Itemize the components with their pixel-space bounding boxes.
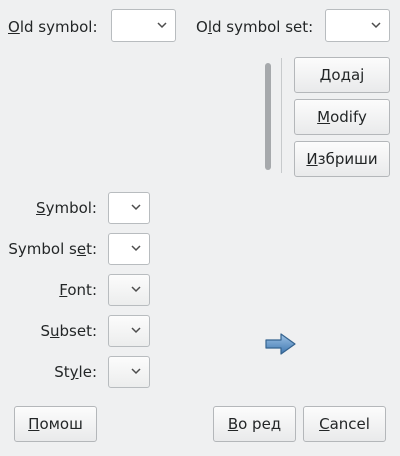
chevron-down-icon bbox=[157, 21, 167, 28]
old-symbol-label-rest: ld symbol: bbox=[19, 18, 98, 36]
subset-label: Subset: bbox=[40, 322, 97, 340]
symbol-set-label-pre: Symbol s bbox=[8, 240, 77, 258]
old-symbol-set-label-rest: d symbol set: bbox=[211, 18, 314, 36]
chevron-down-icon bbox=[371, 21, 381, 28]
modify-button-accel: M bbox=[317, 108, 331, 126]
add-button-accel: Д bbox=[319, 66, 332, 84]
cancel-button[interactable]: Cancel bbox=[303, 406, 386, 442]
subset-label-rest: bset: bbox=[59, 322, 98, 340]
chevron-down-icon bbox=[131, 368, 141, 375]
old-symbol-set-combo[interactable] bbox=[325, 9, 390, 42]
cancel-button-accel: C bbox=[319, 415, 330, 433]
symbol-set-label-accel: e bbox=[76, 240, 87, 258]
subset-label-accel: u bbox=[49, 322, 60, 340]
arrow-right-icon bbox=[265, 333, 296, 355]
subset-label-pre: S bbox=[40, 322, 50, 340]
chevron-down-icon bbox=[131, 327, 141, 334]
old-symbol-label: Old symbol: bbox=[8, 18, 98, 36]
modify-button-rest: odify bbox=[330, 108, 367, 126]
symbol-set-combo[interactable] bbox=[108, 233, 150, 265]
cancel-button-rest: ancel bbox=[329, 415, 370, 433]
vertical-separator bbox=[281, 58, 282, 173]
symbol-set-label-rest: t: bbox=[86, 240, 97, 258]
remove-button-rest: збриши bbox=[317, 150, 378, 168]
list-scrollbar[interactable] bbox=[265, 63, 271, 170]
modify-button[interactable]: Modify bbox=[294, 99, 390, 135]
ok-button-rest: о ред bbox=[238, 415, 282, 433]
subset-combo[interactable] bbox=[108, 315, 150, 347]
font-label-rest: ont: bbox=[67, 281, 97, 299]
font-combo[interactable] bbox=[108, 274, 150, 306]
old-symbol-set-label-pre: O bbox=[196, 18, 208, 36]
ok-button-accel: В bbox=[227, 415, 239, 433]
chevron-down-icon bbox=[131, 245, 141, 252]
help-button-accel: П bbox=[28, 415, 40, 433]
ok-button[interactable]: Во ред bbox=[213, 406, 296, 442]
add-button-rest: одај bbox=[331, 66, 365, 84]
symbol-label-rest: ymbol: bbox=[45, 199, 97, 217]
font-label: Font: bbox=[59, 281, 97, 299]
symbol-combo[interactable] bbox=[108, 192, 150, 224]
style-label-pre: St bbox=[54, 363, 70, 381]
symbol-label: Symbol: bbox=[36, 199, 97, 217]
style-label: Style: bbox=[54, 363, 97, 381]
remove-button[interactable]: Избриши bbox=[294, 141, 390, 177]
chevron-down-icon bbox=[131, 286, 141, 293]
add-button[interactable]: Додај bbox=[294, 57, 390, 93]
symbol-set-label: Symbol set: bbox=[8, 240, 97, 258]
remove-button-accel: И bbox=[306, 150, 318, 168]
style-combo[interactable] bbox=[108, 356, 150, 388]
style-label-accel: y bbox=[69, 363, 79, 381]
old-symbol-combo[interactable] bbox=[111, 9, 176, 42]
help-button[interactable]: Помош bbox=[14, 406, 97, 442]
symbol-label-accel: S bbox=[36, 199, 46, 217]
old-symbol-set-label: Old symbol set: bbox=[196, 18, 313, 36]
help-button-rest: омош bbox=[39, 415, 83, 433]
style-label-rest: le: bbox=[78, 363, 97, 381]
chevron-down-icon bbox=[131, 204, 141, 211]
old-symbol-label-accel: O bbox=[8, 18, 20, 36]
